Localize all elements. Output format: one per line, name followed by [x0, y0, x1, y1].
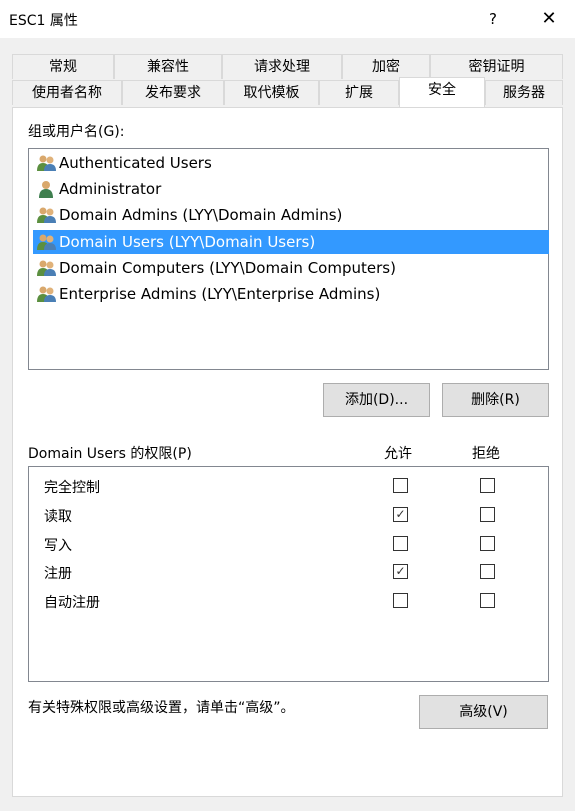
- list-item-enterprise-admins[interactable]: Enterprise Admins (LYY\Enterprise Admins…: [33, 282, 380, 306]
- list-item-administrator[interactable]: Administrator: [33, 177, 161, 201]
- permission-row-autoenroll: 自动注册: [29, 588, 548, 616]
- window-title: ESC1 属性: [9, 13, 78, 29]
- help-button[interactable]: ?: [470, 0, 516, 38]
- tab-server[interactable]: 服务器: [485, 80, 563, 105]
- list-item-label: Domain Computers (LYY\Domain Computers): [59, 259, 396, 277]
- allow-column-header: 允许: [384, 446, 412, 462]
- deny-checkbox-write[interactable]: [480, 536, 495, 551]
- group-user-list[interactable]: Authenticated Users Administrator Domain…: [28, 148, 549, 370]
- list-item-label: Domain Admins (LYY\Domain Admins): [59, 206, 343, 224]
- list-item-domain-admins[interactable]: Domain Admins (LYY\Domain Admins): [33, 203, 342, 227]
- permission-name: 完全控制: [44, 480, 100, 496]
- allow-checkbox-read[interactable]: ✓: [393, 507, 408, 522]
- permissions-list: 完全控制 读取 ✓ 写入 注册 ✓ 自动注册: [28, 466, 549, 682]
- group-icon: [37, 155, 56, 171]
- permission-name: 注册: [44, 566, 72, 582]
- deny-checkbox-enroll[interactable]: [480, 564, 495, 579]
- list-item-domain-computers[interactable]: Domain Computers (LYY\Domain Computers): [33, 256, 396, 280]
- deny-column-header: 拒绝: [472, 446, 500, 462]
- title-bar: ESC1 属性 ? ✕: [0, 0, 575, 38]
- deny-checkbox-autoenroll[interactable]: [480, 593, 495, 608]
- permission-name: 写入: [44, 538, 72, 554]
- list-item-label: Domain Users (LYY\Domain Users): [59, 233, 316, 251]
- tab-general[interactable]: 常规: [12, 54, 114, 79]
- allow-checkbox-enroll[interactable]: ✓: [393, 564, 408, 579]
- permissions-label: Domain Users 的权限(P): [28, 446, 192, 462]
- add-button[interactable]: 添加(D)...: [323, 383, 430, 417]
- permission-row-enroll: 注册 ✓: [29, 559, 548, 587]
- list-item-label: Authenticated Users: [59, 154, 212, 172]
- group-icon: [37, 260, 56, 276]
- allow-checkbox-write[interactable]: [393, 536, 408, 551]
- permission-row-read: 读取 ✓: [29, 502, 548, 530]
- tab-key-attestation[interactable]: 密钥证明: [430, 54, 563, 79]
- advanced-note: 有关特殊权限或高级设置，请单击“高级”。: [28, 700, 295, 716]
- tab-superseded-templates[interactable]: 取代模板: [224, 80, 319, 105]
- list-item-authenticated-users[interactable]: Authenticated Users: [33, 151, 212, 175]
- deny-checkbox-full-control[interactable]: [480, 478, 495, 493]
- tab-request-handling[interactable]: 请求处理: [222, 54, 342, 79]
- list-item-domain-users[interactable]: Domain Users (LYY\Domain Users): [33, 230, 549, 254]
- group-icon: [37, 234, 56, 250]
- allow-checkbox-full-control[interactable]: [393, 478, 408, 493]
- tab-cryptography[interactable]: 加密: [342, 54, 430, 79]
- allow-checkbox-autoenroll[interactable]: [393, 593, 408, 608]
- permission-row-full-control: 完全控制: [29, 473, 548, 501]
- user-icon: [39, 181, 53, 198]
- group-icon: [37, 207, 56, 223]
- list-item-label: Administrator: [59, 180, 162, 198]
- advanced-button[interactable]: 高级(V): [419, 695, 548, 729]
- groups-label: 组或用户名(G):: [28, 124, 125, 140]
- permission-name: 读取: [44, 509, 72, 525]
- remove-button[interactable]: 删除(R): [442, 383, 549, 417]
- tab-extensions[interactable]: 扩展: [319, 80, 399, 105]
- tab-issuance-requirements[interactable]: 发布要求: [122, 80, 224, 105]
- permission-row-write: 写入: [29, 531, 548, 559]
- permission-name: 自动注册: [44, 595, 100, 611]
- tab-subject-name[interactable]: 使用者名称: [12, 80, 122, 105]
- tab-security[interactable]: 安全: [399, 77, 485, 107]
- close-button[interactable]: ✕: [526, 0, 572, 38]
- list-item-label: Enterprise Admins (LYY\Enterprise Admins…: [59, 285, 381, 303]
- deny-checkbox-read[interactable]: [480, 507, 495, 522]
- group-icon: [37, 286, 56, 302]
- tab-compatibility[interactable]: 兼容性: [114, 54, 222, 79]
